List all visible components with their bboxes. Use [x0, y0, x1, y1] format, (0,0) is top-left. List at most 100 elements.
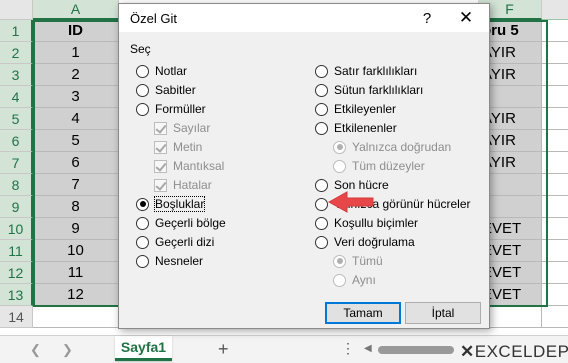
cell-g[interactable]: [542, 218, 568, 240]
option-formüller[interactable]: Formüller: [136, 100, 206, 118]
row-header[interactable]: 1: [0, 20, 33, 42]
option-label: Mantıksal: [173, 159, 225, 173]
cell-g[interactable]: [542, 262, 568, 284]
cell-a[interactable]: 10: [33, 240, 119, 262]
add-sheet-icon[interactable]: +: [218, 339, 229, 360]
radio-icon[interactable]: [136, 64, 149, 78]
row-header[interactable]: 6: [0, 130, 33, 152]
cell-a[interactable]: 12: [33, 284, 119, 306]
row-header[interactable]: 7: [0, 152, 33, 174]
cell-g[interactable]: [542, 20, 568, 42]
close-icon[interactable]: ✕: [455, 7, 477, 29]
radio-icon[interactable]: [136, 197, 149, 211]
row-header[interactable]: 3: [0, 64, 33, 86]
row-header[interactable]: 8: [0, 174, 33, 196]
row-header[interactable]: 14: [0, 306, 33, 328]
radio-icon[interactable]: [315, 216, 328, 230]
radio-icon[interactable]: [136, 83, 149, 97]
radio-icon[interactable]: [315, 121, 328, 135]
option-label: Satır farklılıkları: [334, 64, 418, 78]
radio-icon[interactable]: [136, 216, 149, 230]
radio-icon[interactable]: [315, 235, 328, 249]
radio-icon[interactable]: [315, 83, 328, 97]
option-label: Etkilenenler: [334, 121, 397, 135]
row-header[interactable]: 10: [0, 218, 33, 240]
option-label: Tüm düzeyler: [352, 159, 425, 173]
option-satır-farklılıkları[interactable]: Satır farklılıkları: [315, 62, 417, 80]
option-sütun-farklılıkları[interactable]: Sütun farklılıkları: [315, 81, 423, 99]
select-all-corner[interactable]: [0, 0, 33, 20]
option-boşluklar[interactable]: Boşluklar: [136, 195, 206, 213]
row-header[interactable]: 13: [0, 284, 33, 306]
cell-g[interactable]: [542, 196, 568, 218]
option-label: Tümü: [352, 254, 383, 268]
brand-logo: ✕EXCELDEPO: [460, 342, 568, 362]
cell-g[interactable]: [542, 152, 568, 174]
cell-a[interactable]: 1: [33, 42, 119, 64]
option-label: Notlar: [155, 64, 188, 78]
cell-a[interactable]: 4: [33, 108, 119, 130]
cell-g[interactable]: [542, 108, 568, 130]
cell-a[interactable]: 6: [33, 152, 119, 174]
option-metin: Metin: [154, 138, 202, 156]
cell-a[interactable]: 3: [33, 86, 119, 108]
cell-g[interactable]: [542, 42, 568, 64]
cell-g[interactable]: [542, 86, 568, 108]
cell-g[interactable]: [542, 64, 568, 86]
radio-icon[interactable]: [136, 254, 149, 268]
cell-a[interactable]: 5: [33, 130, 119, 152]
cell-a[interactable]: 7: [33, 174, 119, 196]
option-sabitler[interactable]: Sabitler: [136, 81, 196, 99]
logo-text-excel: EXCEL: [474, 342, 533, 361]
option-label: Sütun farklılıkları: [334, 83, 424, 97]
radio-icon[interactable]: [315, 102, 328, 116]
option-label: Veri doğrulama: [334, 235, 415, 249]
cell-g[interactable]: [542, 240, 568, 262]
sheet-tab-sayfa1[interactable]: Sayfa1: [115, 336, 172, 361]
option-label: Sayılar: [173, 121, 211, 135]
cell-g[interactable]: [542, 174, 568, 196]
cell-a[interactable]: 8: [33, 196, 119, 218]
option-notlar[interactable]: Notlar: [136, 62, 187, 80]
cancel-button[interactable]: İptal: [405, 302, 481, 324]
row-header[interactable]: 2: [0, 42, 33, 64]
row-header[interactable]: 4: [0, 86, 33, 108]
cell-a[interactable]: 11: [33, 262, 119, 284]
option-geçerli-bölge[interactable]: Geçerli bölge: [136, 214, 226, 232]
previous-sheet-icon[interactable]: ❮: [30, 342, 41, 358]
option-koşullu-biçimler[interactable]: Koşullu biçimler: [315, 214, 418, 232]
cell-g[interactable]: [542, 130, 568, 152]
option-label: Yalnızca doğrudan: [352, 140, 452, 154]
cell-a[interactable]: 9: [33, 218, 119, 240]
column-header-a[interactable]: A: [33, 0, 119, 20]
row-header[interactable]: 11: [0, 240, 33, 262]
scroll-left-icon[interactable]: ◀: [364, 343, 372, 354]
row-header[interactable]: 9: [0, 196, 33, 218]
cell-a[interactable]: ID: [33, 20, 119, 42]
help-icon[interactable]: ?: [417, 8, 437, 28]
option-etkileyenler[interactable]: Etkileyenler: [315, 100, 396, 118]
row-header[interactable]: 12: [0, 262, 33, 284]
option-geçerli-dizi[interactable]: Geçerli dizi: [136, 233, 214, 251]
cell-a[interactable]: [33, 306, 119, 328]
option-nesneler[interactable]: Nesneler: [136, 252, 203, 270]
option-label: Geçerli bölge: [155, 216, 226, 230]
option-aynı: Aynı: [333, 271, 376, 289]
horizontal-scrollbar[interactable]: [378, 346, 454, 354]
ok-button[interactable]: Tamam: [325, 302, 401, 324]
option-veri-doğrulama[interactable]: Veri doğrulama: [315, 233, 415, 251]
cell-g[interactable]: [542, 284, 568, 306]
radio-icon[interactable]: [136, 102, 149, 116]
next-sheet-icon[interactable]: ❯: [62, 342, 73, 358]
option-label: Nesneler: [155, 254, 204, 268]
option-etkilenenler[interactable]: Etkilenenler: [315, 119, 397, 137]
dialog-titlebar[interactable]: Özel Git ? ✕: [119, 4, 489, 32]
cell-g[interactable]: [542, 306, 568, 328]
row-header[interactable]: 5: [0, 108, 33, 130]
radio-icon[interactable]: [136, 235, 149, 249]
go-to-special-dialog: Özel Git ? ✕ Seç Notlar Sabitler Formüller…: [118, 3, 490, 329]
more-options-icon[interactable]: ⋮: [341, 340, 355, 357]
radio-icon[interactable]: [315, 64, 328, 78]
cell-a[interactable]: 2: [33, 64, 119, 86]
column-header-g[interactable]: [542, 0, 568, 20]
